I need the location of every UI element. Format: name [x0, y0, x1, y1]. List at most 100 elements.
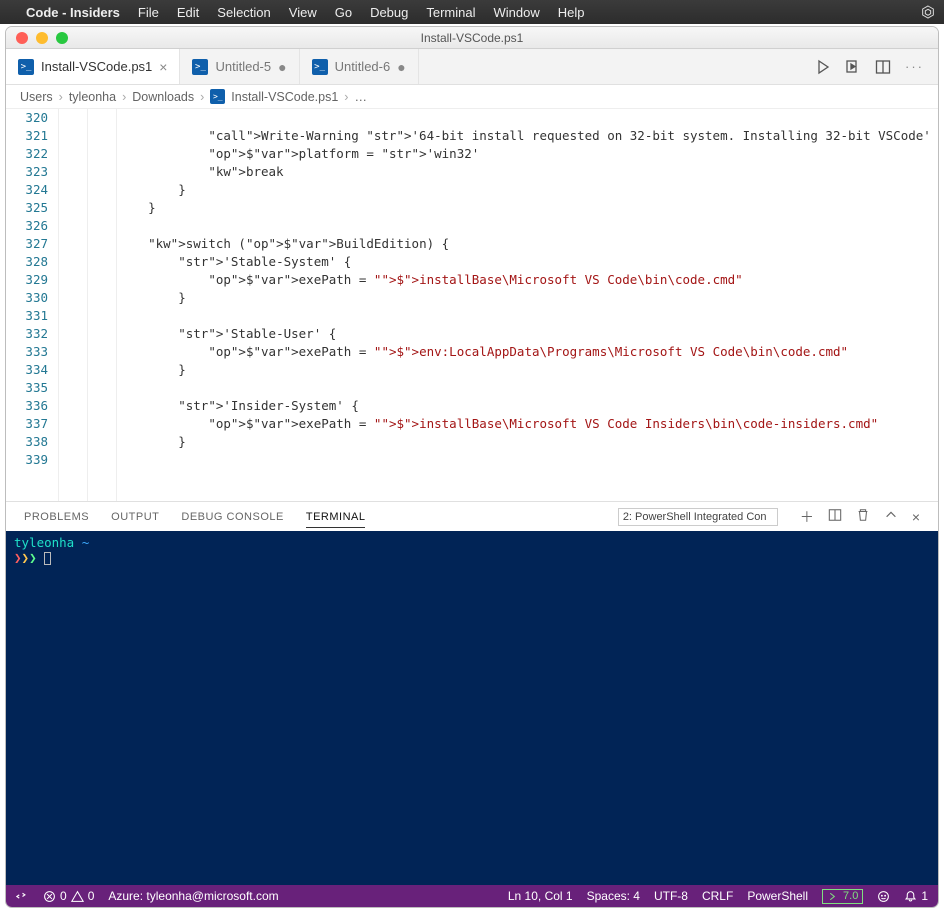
error-count: 0: [60, 889, 67, 903]
terminal-user: tyleonha: [14, 535, 74, 550]
code-line[interactable]: }: [118, 181, 938, 199]
menubar-debug[interactable]: Debug: [370, 5, 408, 20]
menubar-edit[interactable]: Edit: [177, 5, 199, 20]
code-content[interactable]: "call">Write-Warning "str">'64-bit insta…: [118, 109, 938, 501]
code-line[interactable]: }: [118, 199, 938, 217]
menubar-view[interactable]: View: [289, 5, 317, 20]
menubar-terminal[interactable]: Terminal: [426, 5, 475, 20]
menubar-window[interactable]: Window: [494, 5, 540, 20]
tab-install-vscode[interactable]: >_ Install-VSCode.ps1 ×: [6, 49, 180, 84]
code-line[interactable]: }: [118, 289, 938, 307]
code-line[interactable]: "op">$"var">exePath = "">$">installBase\…: [118, 415, 938, 433]
line-number: 335: [6, 379, 48, 397]
window-title: Install-VSCode.ps1: [6, 31, 938, 45]
feedback-icon[interactable]: [877, 890, 890, 903]
terminal-selector[interactable]: 2: PowerShell Integrated Con: [618, 508, 778, 526]
menubar-file[interactable]: File: [138, 5, 159, 20]
menubar-help[interactable]: Help: [558, 5, 585, 20]
maximize-panel-icon[interactable]: [884, 508, 898, 525]
code-line[interactable]: [118, 217, 938, 235]
line-number: 324: [6, 181, 48, 199]
dirty-dot-icon[interactable]: ●: [397, 59, 405, 75]
line-number: 337: [6, 415, 48, 433]
tab-label: Install-VSCode.ps1: [41, 59, 152, 74]
code-line[interactable]: [118, 451, 938, 469]
close-icon[interactable]: ×: [159, 59, 167, 75]
code-line[interactable]: [118, 307, 938, 325]
code-line[interactable]: [118, 379, 938, 397]
tab-untitled-5[interactable]: >_ Untitled-5 ●: [180, 49, 299, 84]
code-line[interactable]: "op">$"var">platform = "str">'win32': [118, 145, 938, 163]
mac-menubar: Code - Insiders File Edit Selection View…: [0, 0, 944, 24]
code-line[interactable]: "str">'Stable-User' {: [118, 325, 938, 343]
tab-untitled-6[interactable]: >_ Untitled-6 ●: [300, 49, 419, 84]
code-line[interactable]: "op">$"var">exePath = "">$">env:LocalApp…: [118, 343, 938, 361]
panel-tab-problems[interactable]: PROBLEMS: [24, 511, 89, 523]
integrated-terminal[interactable]: tyleonha ~ ❯❯❯: [6, 531, 938, 885]
run-icon[interactable]: [815, 59, 831, 75]
code-line[interactable]: "op">$"var">exePath = "">$">installBase\…: [118, 271, 938, 289]
prompt-chevrons-icon: ❯❯❯: [14, 550, 37, 565]
split-terminal-icon[interactable]: [828, 508, 842, 525]
code-line[interactable]: "kw">break: [118, 163, 938, 181]
powershell-extension-version[interactable]: 7.0: [822, 889, 863, 904]
line-number: 332: [6, 325, 48, 343]
breadcrumb-trailing[interactable]: …: [354, 90, 367, 104]
dirty-dot-icon[interactable]: ●: [278, 59, 286, 75]
code-editor[interactable]: 3203213223233243253263273283293303313323…: [6, 109, 938, 501]
window-minimize-button[interactable]: [36, 32, 48, 44]
azure-account[interactable]: Azure: tyleonha@microsoft.com: [108, 889, 278, 903]
indentation[interactable]: Spaces: 4: [587, 889, 640, 903]
breadcrumb-file[interactable]: Install-VSCode.ps1: [231, 90, 338, 104]
menubar-go[interactable]: Go: [335, 5, 352, 20]
menubar-selection[interactable]: Selection: [217, 5, 270, 20]
close-panel-icon[interactable]: ×: [912, 509, 920, 525]
editor-tabs: >_ Install-VSCode.ps1 × >_ Untitled-5 ● …: [6, 49, 938, 85]
eol[interactable]: CRLF: [702, 889, 733, 903]
kill-terminal-icon[interactable]: [856, 508, 870, 525]
code-line[interactable]: "str">'Stable-System' {: [118, 253, 938, 271]
menubar-tray-icon[interactable]: [920, 4, 936, 20]
terminal-cwd: ~: [82, 535, 90, 550]
split-editor-icon[interactable]: [875, 59, 891, 75]
cursor-position[interactable]: Ln 10, Col 1: [508, 889, 573, 903]
line-number: 327: [6, 235, 48, 253]
notifications[interactable]: 1: [904, 889, 928, 903]
language-mode[interactable]: PowerShell: [747, 889, 808, 903]
line-number: 325: [6, 199, 48, 217]
menubar-app-name[interactable]: Code - Insiders: [26, 5, 120, 20]
code-line[interactable]: }: [118, 361, 938, 379]
code-line[interactable]: "call">Write-Warning "str">'64-bit insta…: [118, 127, 938, 145]
line-number: 331: [6, 307, 48, 325]
breadcrumb-segment[interactable]: Users: [20, 90, 53, 104]
breadcrumb[interactable]: Users› tyleonha› Downloads› >_ Install-V…: [6, 85, 938, 109]
code-line[interactable]: [118, 109, 938, 127]
remote-indicator[interactable]: [16, 890, 29, 903]
code-line[interactable]: "kw">switch ("op">$"var">BuildEdition) {: [118, 235, 938, 253]
line-number: 329: [6, 271, 48, 289]
line-number: 336: [6, 397, 48, 415]
panel-tab-terminal[interactable]: TERMINAL: [306, 511, 366, 528]
code-line[interactable]: }: [118, 433, 938, 451]
problems-counter[interactable]: 0 0: [43, 889, 94, 903]
line-number: 322: [6, 145, 48, 163]
window-fullscreen-button[interactable]: [56, 32, 68, 44]
code-line[interactable]: "str">'Insider-System' {: [118, 397, 938, 415]
breadcrumb-segment[interactable]: tyleonha: [69, 90, 116, 104]
breadcrumb-segment[interactable]: Downloads: [132, 90, 194, 104]
notification-count: 1: [921, 889, 928, 903]
more-actions-icon[interactable]: ···: [905, 59, 924, 74]
window-titlebar[interactable]: Install-VSCode.ps1: [6, 27, 938, 49]
window-close-button[interactable]: [16, 32, 28, 44]
panel-tab-debug-console[interactable]: DEBUG CONSOLE: [181, 511, 283, 523]
new-terminal-icon[interactable]: ＋: [800, 507, 814, 527]
line-number: 339: [6, 451, 48, 469]
powershell-file-icon: >_: [18, 59, 34, 75]
panel-tabs: PROBLEMS OUTPUT DEBUG CONSOLE TERMINAL 2…: [6, 501, 938, 531]
panel-tab-output[interactable]: OUTPUT: [111, 511, 159, 523]
line-number: 328: [6, 253, 48, 271]
line-number: 333: [6, 343, 48, 361]
run-selection-icon[interactable]: [845, 59, 861, 75]
line-number: 320: [6, 109, 48, 127]
encoding[interactable]: UTF-8: [654, 889, 688, 903]
